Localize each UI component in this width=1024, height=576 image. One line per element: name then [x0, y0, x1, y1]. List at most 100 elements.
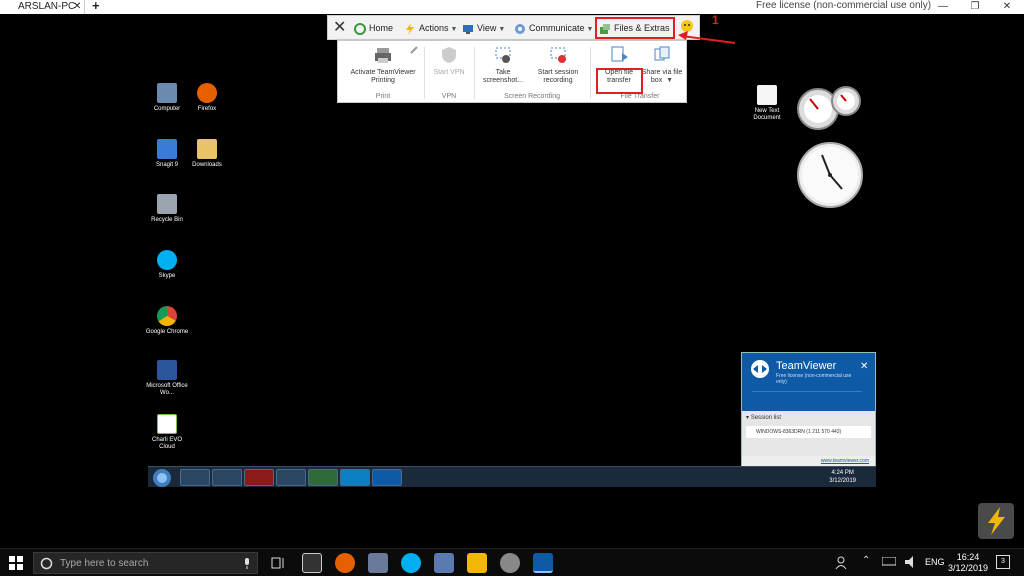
- cpu-meter-gadget: [797, 86, 861, 130]
- taskbar-acrobat[interactable]: [244, 469, 274, 486]
- recycle-bin-icon: [157, 194, 177, 214]
- desktop-icon-skype[interactable]: Skype: [145, 250, 189, 280]
- group-vpn: VPN: [441, 93, 457, 100]
- tv-panel-header: TeamViewer Free license (non-commercial …: [742, 353, 875, 411]
- tab-label: ARSLAN-PC: [18, 1, 76, 12]
- tab-arslan-pc[interactable]: ARSLAN-PC ✕: [12, 0, 85, 14]
- app-logo-icon: [978, 503, 1014, 539]
- network-icon[interactable]: [882, 557, 896, 567]
- record-icon: [550, 47, 566, 63]
- people-icon[interactable]: [835, 556, 847, 570]
- new-tab-button[interactable]: +: [92, 0, 100, 13]
- taskbar-app-teamviewer[interactable]: [533, 553, 553, 573]
- actions-label: Actions: [419, 23, 449, 33]
- search-placeholder: Type here to search: [60, 558, 149, 569]
- highlight-box-1: [595, 17, 675, 39]
- home-button[interactable]: Home: [354, 20, 393, 37]
- taskbar-word[interactable]: [276, 469, 306, 486]
- microphone-icon[interactable]: [242, 557, 252, 570]
- communicate-label: Communicate: [529, 23, 585, 33]
- tv-panel-actions[interactable]: [752, 391, 862, 401]
- communicate-menu[interactable]: Communicate ▼: [514, 20, 593, 37]
- desktop-icon-word[interactable]: Microsoft Office Wo...: [145, 360, 189, 397]
- text-file-icon: [757, 85, 777, 105]
- file-transfer-icon: [611, 46, 628, 62]
- group-print: Print: [375, 93, 391, 100]
- folder-icon: [197, 139, 217, 159]
- license-text: Free license (non-commercial use only): [756, 0, 932, 11]
- show-hidden-icons[interactable]: ⌃: [862, 555, 870, 566]
- file-box-icon: [654, 46, 670, 61]
- tv-panel-close-icon[interactable]: ✕: [860, 361, 868, 372]
- desktop-icon-new-text-document[interactable]: New Text Document: [745, 85, 789, 122]
- task-view-icon[interactable]: [271, 556, 285, 570]
- desktop-icon-computer[interactable]: Computer: [145, 83, 189, 113]
- snagit-icon: [157, 139, 177, 159]
- search-icon: [40, 557, 53, 570]
- view-label: View: [477, 23, 497, 33]
- session-list-title: ▾ Session list: [746, 415, 782, 421]
- remote-taskbar: 4:24 PM 3/12/2019: [148, 466, 876, 487]
- taskbar-app-firefox[interactable]: [335, 553, 355, 573]
- teamviewer-link[interactable]: www.teamviewer.com: [742, 456, 875, 466]
- vpn-shield-icon: [442, 47, 456, 63]
- taskbar-chrome[interactable]: [212, 469, 242, 486]
- smiley-icon[interactable]: [680, 19, 694, 36]
- system-clock[interactable]: 16:24 3/12/2019: [948, 552, 988, 574]
- lightning-icon: [406, 22, 414, 35]
- remote-clock[interactable]: 4:24 PM 3/12/2019: [829, 469, 856, 485]
- taskbar-app-window[interactable]: [302, 553, 322, 573]
- close-window-button[interactable]: ✕: [992, 0, 1022, 14]
- desktop-icon-recycle-bin[interactable]: Recycle Bin: [145, 194, 189, 224]
- desktop-icon-firefox[interactable]: Firefox: [185, 83, 229, 113]
- take-screenshot-button[interactable]: Take screenshot...: [480, 45, 526, 85]
- taskbar-skype[interactable]: [340, 469, 370, 486]
- group-file-transfer: File Transfer: [620, 93, 660, 100]
- printer-icon: [375, 48, 391, 63]
- share-file-box-button[interactable]: Share via file box ▼: [640, 45, 684, 85]
- taskbar-app-tool[interactable]: [500, 553, 520, 573]
- taskbar-app-lightning[interactable]: [467, 553, 487, 573]
- view-menu[interactable]: View ▼: [462, 20, 505, 37]
- taskbar-app-virtualbox[interactable]: [368, 553, 388, 573]
- taskbar-teamviewer[interactable]: [372, 469, 402, 486]
- teamviewer-logo-icon: [751, 360, 769, 378]
- volume-icon[interactable]: [904, 556, 918, 568]
- language-indicator[interactable]: ENG: [925, 557, 945, 567]
- tab-close-icon[interactable]: ✕: [73, 0, 81, 14]
- firefox-icon: [197, 83, 217, 103]
- start-orb-icon[interactable]: [152, 468, 172, 487]
- clock-gadget: [797, 142, 863, 208]
- teamviewer-toolbar: ✕ Home Actions ▼ View ▼ Communicate ▼ Files…: [327, 15, 700, 40]
- taskbar-excel[interactable]: [308, 469, 338, 486]
- restore-button[interactable]: ❐: [960, 0, 990, 14]
- taskbar-search-box[interactable]: Type here to search: [33, 552, 258, 574]
- tv-panel-subtitle: Free license (non-commercial use only): [776, 373, 852, 385]
- separator: [474, 47, 475, 99]
- minimize-button[interactable]: —: [928, 0, 958, 14]
- taskbar-explorer[interactable]: [180, 469, 210, 486]
- taskbar-app-notepad[interactable]: [434, 553, 454, 573]
- separator: [424, 47, 425, 99]
- start-recording-button[interactable]: Start session recording: [532, 45, 584, 85]
- desktop-icon-downloads[interactable]: Downloads: [185, 139, 229, 169]
- group-screen-recording: Screen Recording: [503, 93, 561, 100]
- session-entry[interactable]: WINDOWS-8363DRN (1 211 570 443): [746, 426, 871, 438]
- pin-icon[interactable]: [408, 44, 420, 56]
- separator: [590, 47, 591, 99]
- home-icon: [354, 22, 366, 35]
- chrome-icon: [157, 306, 177, 326]
- notification-center-icon[interactable]: 3: [996, 555, 1010, 569]
- annotation-number-1: 1: [712, 13, 719, 27]
- files-extras-dropdown: Activate TeamViewer Printing Print Start…: [337, 40, 687, 103]
- desktop-icon-charli[interactable]: Charli EVO Cloud: [145, 414, 189, 451]
- windows-start-icon[interactable]: [9, 556, 23, 570]
- taskbar-app-skype[interactable]: [401, 553, 421, 573]
- teamviewer-panel: TeamViewer Free license (non-commercial …: [741, 352, 876, 466]
- toolbar-close-icon[interactable]: ✕: [333, 18, 346, 36]
- start-vpn-button[interactable]: Start VPN: [428, 45, 470, 77]
- actions-menu[interactable]: Actions ▼: [404, 20, 457, 37]
- desktop-icon-snagit[interactable]: Snagit 9: [145, 139, 189, 169]
- phone-icon: [515, 23, 525, 34]
- desktop-icon-chrome[interactable]: Google Chrome: [145, 306, 189, 336]
